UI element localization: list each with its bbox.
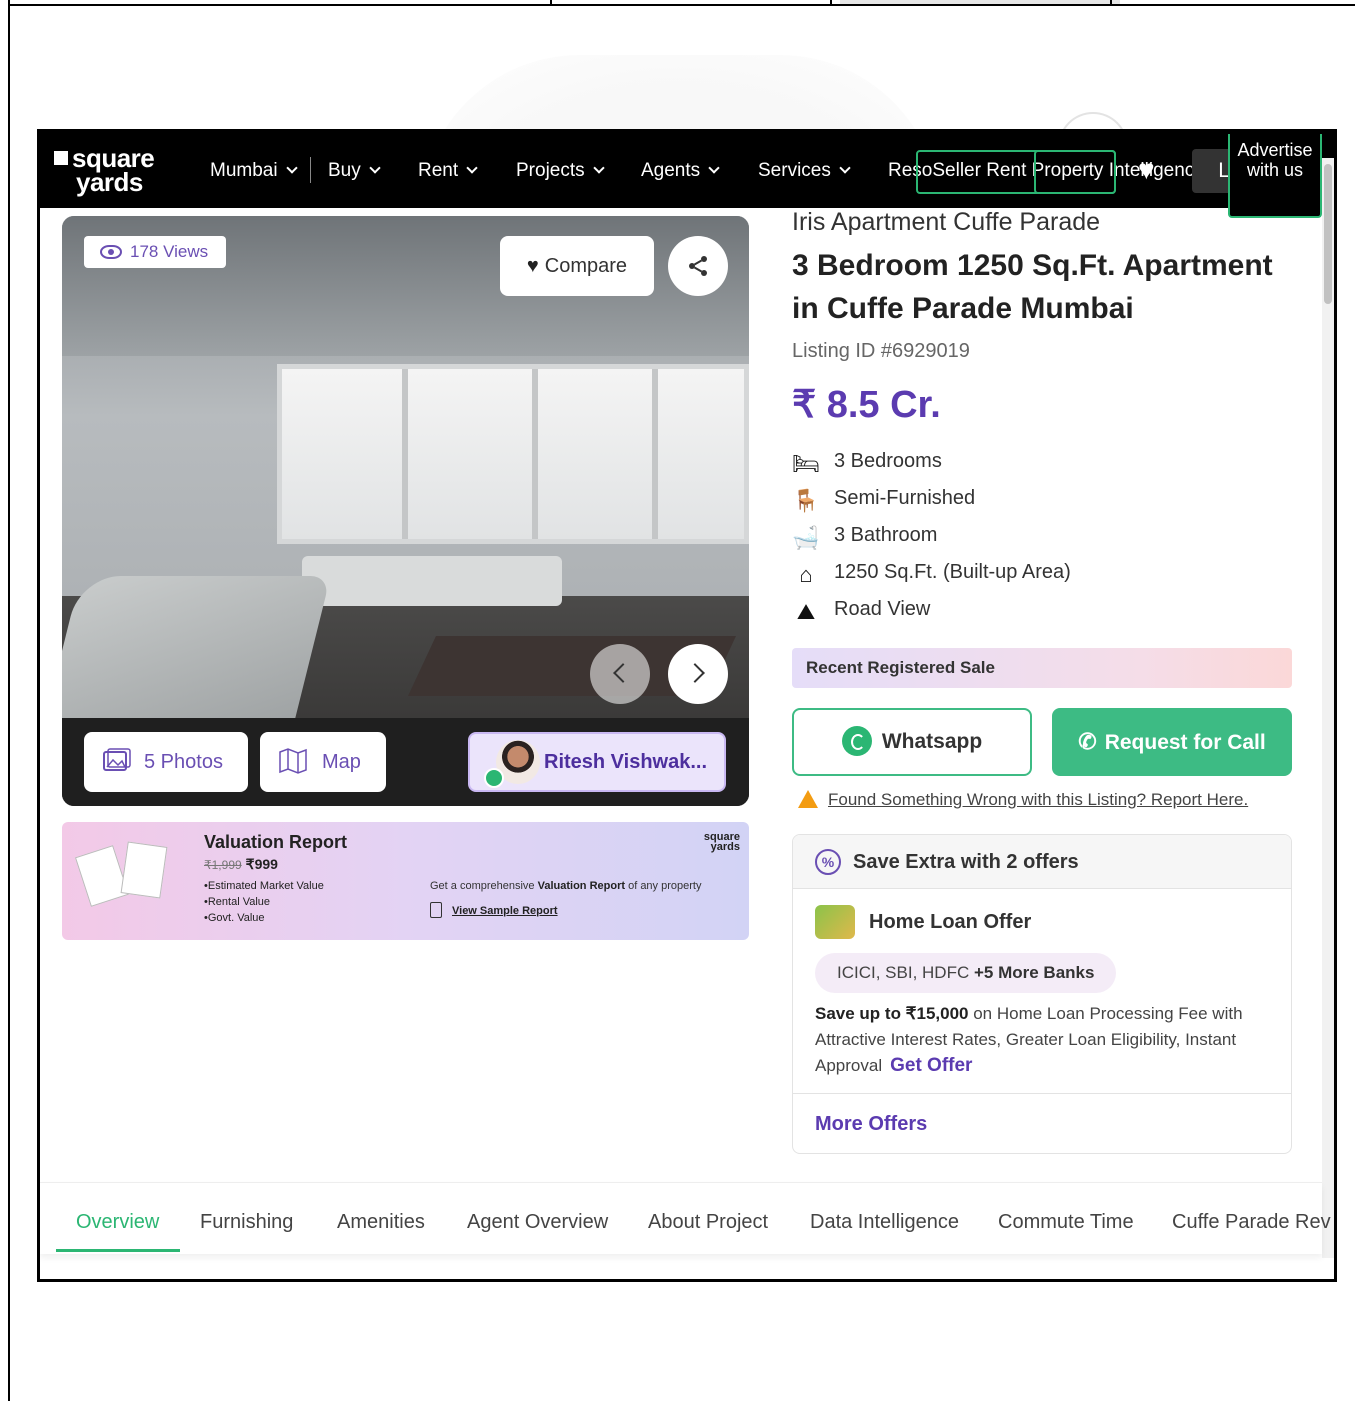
whatsapp-button[interactable]: Whatsapp (792, 708, 1032, 776)
top-navbar: square yards Mumbai Buy Rent Projects Ag… (40, 132, 1334, 218)
tab-data-intelligence[interactable]: Data Intelligence (810, 1211, 959, 1234)
section-tabs: Overview Furnishing Amenities Agent Over… (40, 1182, 1331, 1254)
home-loan-title: Home Loan Offer (869, 911, 1032, 933)
recent-registered-sale[interactable]: Recent Registered Sale (792, 648, 1292, 688)
next-photo-button[interactable] (668, 644, 728, 704)
valuation-description: Get a comprehensive Valuation Report of … (430, 880, 702, 892)
property-highlight (1034, 150, 1116, 194)
top-table-strip (8, 0, 1355, 6)
compare-button[interactable]: ♥ Compare (500, 236, 654, 296)
get-offer-link[interactable]: Get Offer (890, 1055, 972, 1076)
feature-area: ⌂ 1250 Sq.Ft. (Built-up Area) (792, 561, 1070, 587)
feature-furnishing: 🪑 Semi-Furnished (792, 487, 976, 513)
tab-about-project[interactable]: About Project (648, 1211, 768, 1234)
valuation-price: ₹1,999 ₹999 (204, 856, 278, 872)
valuation-title: Valuation Report (204, 832, 348, 852)
offers-card: Save Extra with 2 offers % Home Loan Off… (792, 834, 1292, 1154)
square-yards-logo[interactable]: square yards (54, 145, 184, 195)
room-bench (302, 556, 562, 606)
previous-photo-button[interactable] (590, 644, 650, 704)
nav-rent[interactable]: Rent (418, 160, 478, 182)
advertise-button[interactable]: Advertise with us (1228, 134, 1322, 218)
sofa-icon: 🪑 (792, 488, 820, 513)
active-tab-indicator (56, 1249, 180, 1252)
request-call-button[interactable]: ✆ Request for Call (1052, 708, 1292, 776)
square-yards-small-logo: square yards (703, 831, 740, 853)
tab-cuffe-parade-reviews[interactable]: Cuffe Parade Rev (1172, 1211, 1331, 1234)
price: ₹ 8.5 Cr. (792, 384, 941, 426)
nav-agents[interactable]: Agents (641, 160, 720, 182)
report-illustration-icon (74, 836, 172, 916)
warning-icon (798, 790, 818, 808)
chevron-down-icon (708, 162, 720, 174)
room-window (277, 364, 749, 544)
nav-buy[interactable]: Buy (328, 160, 381, 182)
city-selector[interactable]: Mumbai (210, 160, 298, 182)
map-button[interactable]: Map (260, 732, 386, 792)
page-scrollbar[interactable] (1322, 158, 1334, 1258)
heart-icon[interactable]: ♥ (1138, 156, 1155, 184)
views-badge: 178 Views (84, 236, 227, 268)
project-name[interactable]: Iris Apartment Cuffe Parade (792, 208, 1100, 237)
money-icon (815, 905, 855, 939)
bed-icon: 🛏 (792, 451, 820, 476)
divider (793, 1093, 1291, 1094)
tab-amenities[interactable]: Amenities (337, 1211, 425, 1234)
document-icon (430, 902, 442, 918)
property-gallery[interactable]: 178 Views ♥ Compare 5 Photos Map Ritesh V… (62, 216, 749, 806)
page-title: 3 Bedroom 1250 Sq.Ft. Apartment in Cuffe… (792, 249, 1273, 325)
eye-icon (100, 245, 122, 259)
agent-button[interactable]: Ritesh Vishwak... (468, 732, 726, 792)
room-sofa (62, 576, 331, 726)
browser-viewport: square yards Mumbai Buy Rent Projects Ag… (37, 129, 1337, 1282)
offers-heading: Save Extra with 2 offers (793, 835, 1291, 889)
chevron-down-icon (839, 162, 851, 174)
nav-divider (310, 157, 311, 183)
nav-services[interactable]: Services (758, 160, 851, 182)
nav-projects[interactable]: Projects (516, 160, 605, 182)
tab-furnishing[interactable]: Furnishing (200, 1211, 293, 1234)
chevron-down-icon (369, 162, 381, 174)
scrollbar-thumb[interactable] (1324, 164, 1332, 304)
whatsapp-icon (841, 726, 872, 756)
feature-bedrooms: 🛏 3 Bedrooms (792, 450, 942, 476)
feature-view: ⛰ Road View (792, 598, 931, 624)
map-icon (279, 748, 307, 774)
chevron-down-icon (592, 162, 605, 174)
view-sample-report-link[interactable]: View Sample Report (430, 902, 558, 918)
home-icon: ⌂ (799, 562, 813, 587)
view-icon: ⛰ (796, 599, 816, 624)
bathtub-icon: 🛁 (792, 525, 820, 550)
chevron-down-icon (285, 162, 298, 174)
tab-commute-time[interactable]: Commute Time (998, 1211, 1134, 1234)
percent-icon: % (815, 849, 841, 875)
banks-pill[interactable]: ICICI, SBI, HDFC +5 More Banks (815, 953, 1117, 993)
valuation-report-banner[interactable]: Valuation Report ₹1,999₹999 Estimated Ma… (62, 822, 749, 940)
heart-icon: ♥ (526, 255, 539, 277)
loan-description: Save up to ₹15,000 on Home Loan Processi… (815, 1004, 1243, 1076)
listing-id: Listing ID #6929019 (792, 340, 970, 362)
share-button[interactable] (668, 236, 728, 296)
photos-button[interactable]: 5 Photos (84, 732, 248, 792)
chevron-down-icon (466, 162, 478, 174)
more-offers-link[interactable]: More Offers (815, 1113, 927, 1136)
phone-badge-icon (484, 768, 504, 788)
tab-overview[interactable]: Overview (76, 1211, 159, 1234)
chevron-right-icon (685, 663, 705, 683)
share-icon (689, 256, 707, 276)
feature-bathrooms: 🛁 3 Bathroom (792, 524, 938, 550)
tab-agent-overview[interactable]: Agent Overview (467, 1211, 608, 1234)
chevron-left-icon (613, 663, 633, 683)
valuation-features: Estimated Market Value Rental Value Govt… (204, 878, 324, 926)
phone-icon: ✆ (1078, 729, 1097, 754)
photos-icon (103, 748, 131, 771)
report-listing-link[interactable]: Found Something Wrong with this Listing?… (798, 790, 1248, 810)
